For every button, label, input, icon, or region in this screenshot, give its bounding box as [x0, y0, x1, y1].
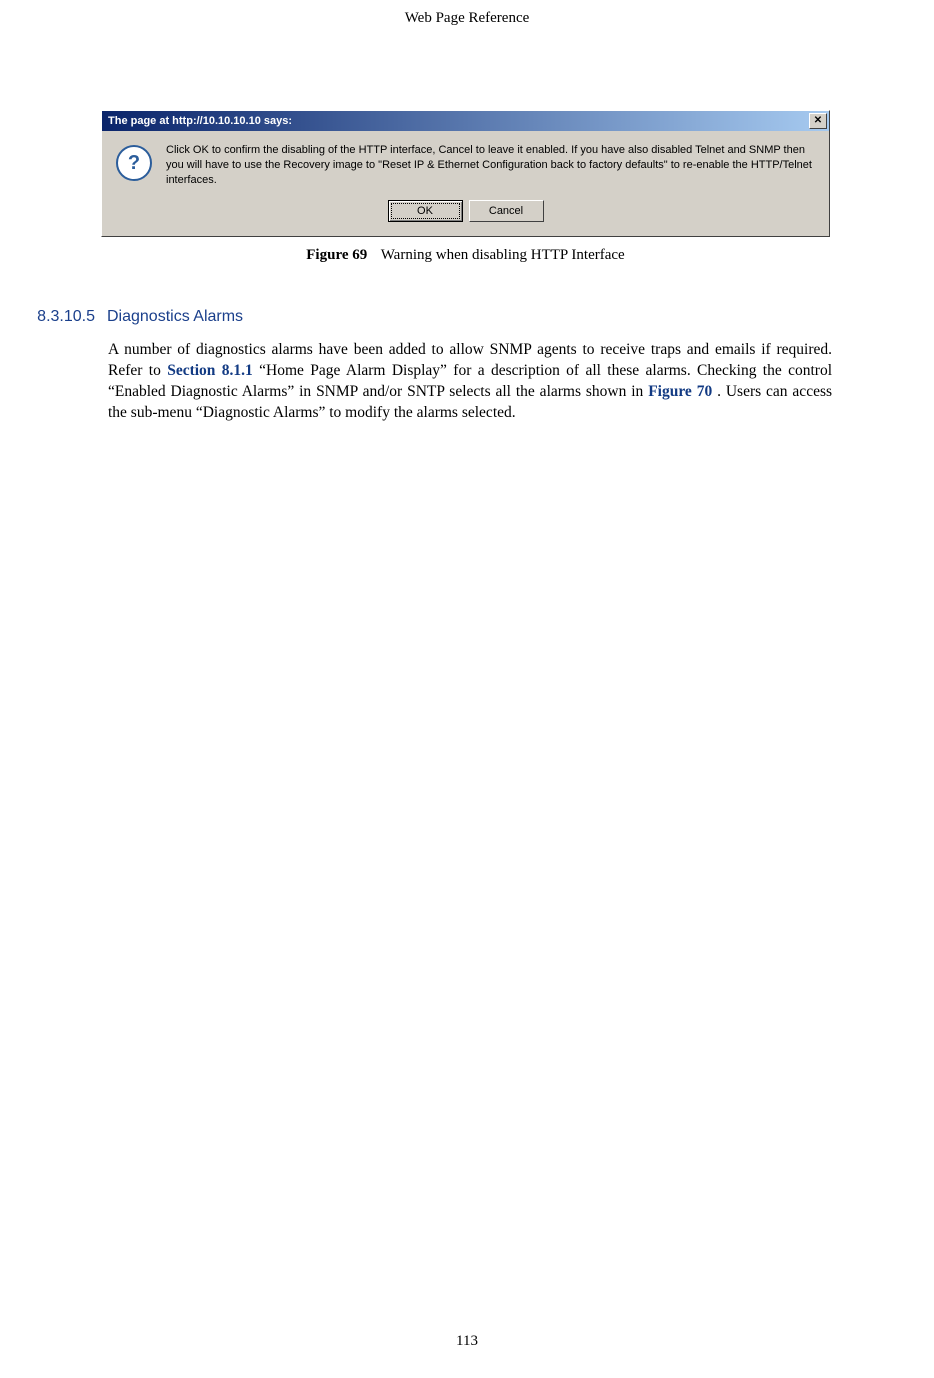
- close-icon: ✕: [814, 116, 822, 126]
- section-body: A number of diagnostics alarms have been…: [108, 340, 832, 424]
- warning-dialog: The page at http://10.10.10.10 says: ✕ C…: [101, 110, 830, 237]
- dialog-title: The page at http://10.10.10.10 says:: [108, 115, 292, 127]
- section-title: Diagnostics Alarms: [107, 308, 243, 326]
- question-icon: [116, 145, 152, 181]
- xref-section-8-1-1[interactable]: Section 8.1.1: [167, 362, 253, 379]
- page-header: Web Page Reference: [0, 10, 934, 27]
- page-number: 113: [0, 1333, 934, 1350]
- section-heading-row: 8.3.10.5 Diagnostics Alarms: [0, 308, 934, 326]
- figure-69: The page at http://10.10.10.10 says: ✕ C…: [101, 110, 830, 264]
- ok-button[interactable]: OK: [388, 200, 463, 222]
- figure-label: Figure 69: [306, 247, 367, 263]
- figure-caption-text: Warning when disabling HTTP Interface: [381, 247, 625, 263]
- section-number: 8.3.10.5: [0, 308, 95, 326]
- section-8-3-10-5: 8.3.10.5 Diagnostics Alarms A number of …: [0, 308, 934, 424]
- dialog-body: Click OK to confirm the disabling of the…: [102, 131, 829, 192]
- dialog-button-row: OK Cancel: [102, 192, 829, 236]
- close-button[interactable]: ✕: [809, 113, 827, 129]
- xref-figure-70[interactable]: Figure 70: [648, 383, 712, 400]
- dialog-message: Click OK to confirm the disabling of the…: [166, 143, 815, 188]
- figure-caption: Figure 69 Warning when disabling HTTP In…: [101, 247, 830, 264]
- dialog-titlebar: The page at http://10.10.10.10 says: ✕: [102, 111, 829, 131]
- cancel-button[interactable]: Cancel: [469, 200, 544, 222]
